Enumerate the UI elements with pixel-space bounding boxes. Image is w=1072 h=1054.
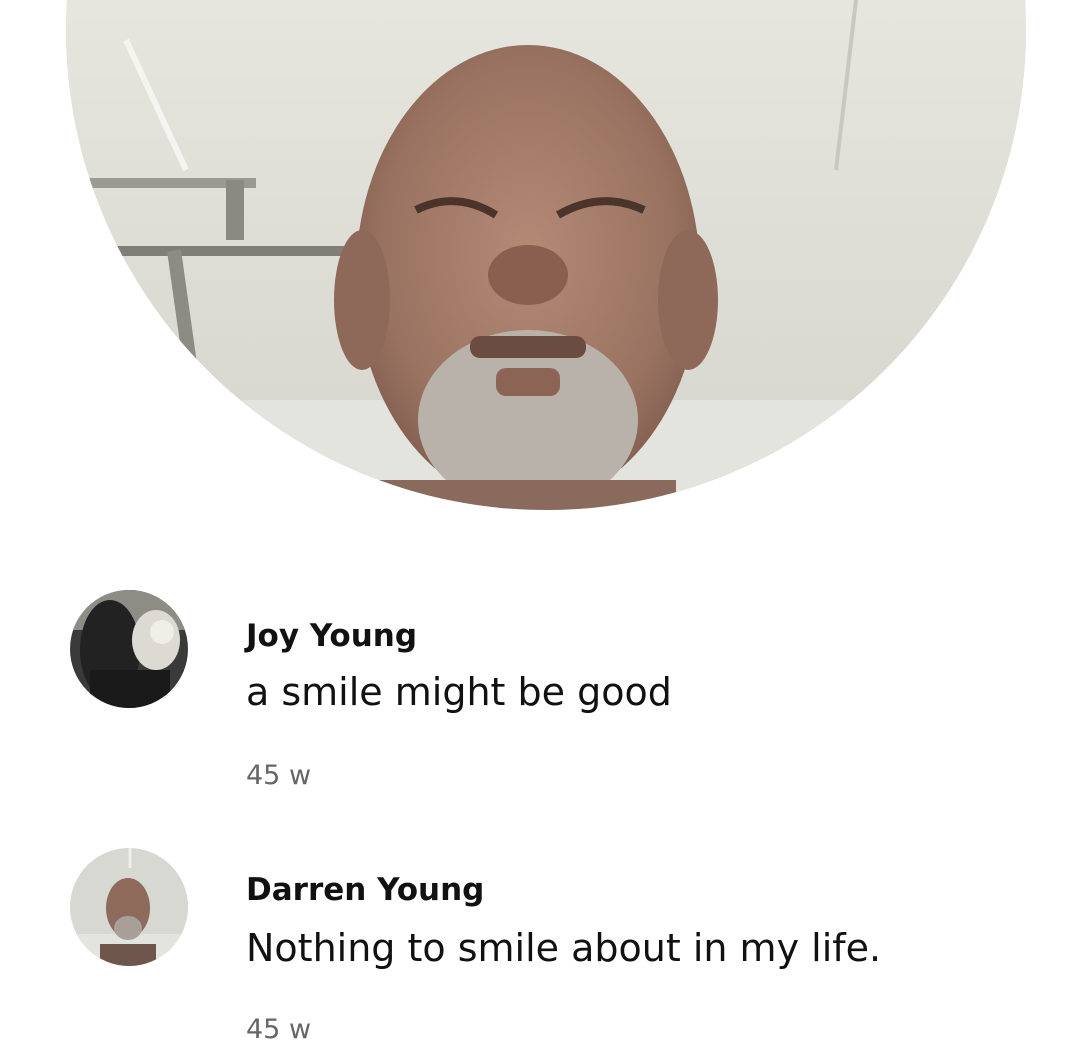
comment-author[interactable]: Darren Young [246,872,484,908]
avatar[interactable] [70,590,188,708]
profile-photo-container [66,0,1026,516]
comment-item: Joy Young a smile might be good 45 w [0,588,1072,808]
profile-photo-image [66,0,1026,510]
avatar[interactable] [70,848,188,966]
avatar-darren-young-image [70,848,188,966]
comment-item: Darren Young Nothing to smile about in m… [0,846,1072,1054]
comment-timestamp: 45 w [246,1014,312,1045]
comment-text: a smile might be good [246,670,672,714]
profile-photo[interactable] [66,0,1026,510]
comment-author[interactable]: Joy Young [246,618,417,654]
comment-text: Nothing to smile about in my life. [246,926,882,970]
comment-timestamp: 45 w [246,760,312,791]
avatar-joy-young-image [70,590,188,708]
